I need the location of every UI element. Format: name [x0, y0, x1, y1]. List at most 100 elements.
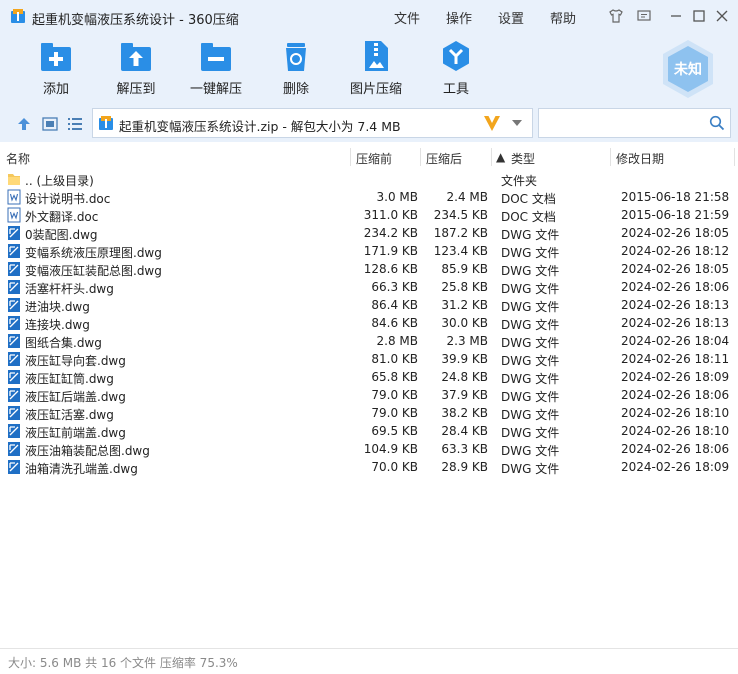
- file-row[interactable]: 图纸合集.dwg 2.8 MB 2.3 MB DWG 文件 2024-02-26 18:…: [0, 332, 738, 350]
- column-header: 名称 压缩前 压缩后 ▲ 类型 修改日期: [0, 146, 738, 168]
- menu-file[interactable]: 文件: [394, 8, 420, 27]
- path-field[interactable]: 起重机变幅液压系统设计.zip - 解包大小为 7.4 MB: [92, 108, 533, 138]
- file-name: 外文翻译.doc: [25, 210, 99, 224]
- file-row[interactable]: 设计说明书.doc 3.0 MB 2.4 MB DOC 文档 2015-06-18 21…: [0, 188, 738, 206]
- file-size-compressed: 65.8 KB: [371, 370, 418, 384]
- dwg-icon: [8, 388, 20, 402]
- file-name: 液压缸后端盖.dwg: [25, 390, 126, 404]
- file-type: DWG 文件: [501, 318, 560, 332]
- column-divider[interactable]: [420, 148, 421, 166]
- file-row[interactable]: 油箱清洗孔端盖.dwg 70.0 KB 28.9 KB DWG 文件 2024-02-2…: [0, 458, 738, 476]
- dwg-icon: [8, 442, 20, 456]
- file-size-compressed: 2.8 MB: [376, 334, 418, 348]
- column-original[interactable]: 压缩后: [426, 150, 462, 167]
- delete-button[interactable]: 删除: [261, 40, 331, 97]
- file-size-compressed: 69.5 KB: [371, 424, 418, 438]
- file-row[interactable]: 液压缸导向套.dwg 81.0 KB 39.9 KB DWG 文件 2024-02-26…: [0, 350, 738, 368]
- shirt-icon: [609, 9, 623, 23]
- list-view-icon[interactable]: [66, 115, 84, 133]
- file-type: DWG 文件: [501, 444, 560, 458]
- column-divider[interactable]: [491, 148, 492, 166]
- file-row[interactable]: 变幅系统液压原理图.dwg 171.9 KB 123.4 KB DWG 文件 2024-…: [0, 242, 738, 260]
- file-size-original: 25.8 KB: [441, 280, 488, 294]
- file-row[interactable]: 变幅液压缸装配总图.dwg 128.6 KB 85.9 KB DWG 文件 2024-0…: [0, 260, 738, 278]
- column-divider[interactable]: [610, 148, 611, 166]
- column-divider[interactable]: [350, 148, 351, 166]
- file-row[interactable]: 液压油箱装配总图.dwg 104.9 KB 63.3 KB DWG 文件 2024-02…: [0, 440, 738, 458]
- file-size-original: 28.9 KB: [441, 460, 488, 474]
- one-click-extract-icon: [201, 43, 231, 71]
- file-row[interactable]: 活塞杆杆头.dwg 66.3 KB 25.8 KB DWG 文件 2024-02-26 …: [0, 278, 738, 296]
- dwg-icon: [8, 352, 20, 366]
- file-size-original: 234.5 KB: [433, 208, 488, 222]
- file-date: 2024-02-26 18:09: [621, 370, 730, 384]
- message-icon: [637, 10, 651, 21]
- menu-operation[interactable]: 操作: [446, 8, 472, 27]
- tools-button[interactable]: 工具: [421, 40, 491, 97]
- chevron-down-icon[interactable]: [511, 119, 523, 127]
- file-type: DWG 文件: [501, 462, 560, 476]
- window-title: 起重机变幅液压系统设计 - 360压缩: [32, 13, 239, 28]
- up-arrow-icon[interactable]: [15, 115, 33, 133]
- file-size-compressed: 311.0 KB: [363, 208, 418, 222]
- search-icon[interactable]: [709, 115, 725, 131]
- thumbnail-view-icon[interactable]: [41, 115, 59, 133]
- file-row[interactable]: 进油块.dwg 86.4 KB 31.2 KB DWG 文件 2024-02-26 18…: [0, 296, 738, 314]
- file-type: DOC 文档: [501, 192, 556, 206]
- close-button[interactable]: [712, 6, 732, 26]
- file-row[interactable]: 液压缸缸筒.dwg 65.8 KB 24.8 KB DWG 文件 2024-02-26 …: [0, 368, 738, 386]
- minimize-button[interactable]: [666, 6, 686, 26]
- badge-label: 未知: [674, 62, 702, 78]
- file-name: 油箱清洗孔端盖.dwg: [25, 462, 138, 476]
- minimize-icon: [671, 15, 681, 17]
- search-field[interactable]: [538, 108, 731, 138]
- column-date[interactable]: 修改日期: [616, 150, 664, 167]
- extract-to-button[interactable]: 解压到: [101, 40, 171, 97]
- file-size-compressed: 128.6 KB: [363, 262, 418, 276]
- file-size-original: 30.0 KB: [441, 316, 488, 330]
- close-icon: [716, 10, 728, 22]
- file-date: 2015-06-18 21:59: [621, 208, 730, 222]
- column-name[interactable]: 名称: [6, 150, 30, 167]
- dwg-icon: [8, 424, 20, 438]
- folder-icon: [8, 174, 20, 185]
- file-type: DWG 文件: [501, 300, 560, 314]
- file-date: 2024-02-26 18:12: [621, 244, 730, 258]
- v-logo-icon[interactable]: [483, 113, 501, 133]
- column-compressed[interactable]: 压缩前: [356, 150, 392, 167]
- menu-help[interactable]: 帮助: [550, 8, 576, 27]
- file-size-original: 2.4 MB: [446, 190, 488, 204]
- image-compress-button[interactable]: 图片压缩: [341, 40, 411, 97]
- file-row[interactable]: 液压缸前端盖.dwg 69.5 KB 28.4 KB DWG 文件 2024-02-26…: [0, 422, 738, 440]
- one-click-extract-button[interactable]: 一键解压: [181, 40, 251, 97]
- file-date: 2015-06-18 21:58: [621, 190, 730, 204]
- menu-settings[interactable]: 设置: [498, 8, 524, 27]
- file-row[interactable]: 外文翻译.doc 311.0 KB 234.5 KB DOC 文档 2015-06-18…: [0, 206, 738, 224]
- add-button[interactable]: 添加: [21, 40, 91, 97]
- file-row[interactable]: 液压缸后端盖.dwg 79.0 KB 37.9 KB DWG 文件 2024-02-26…: [0, 386, 738, 404]
- file-name: 连接块.dwg: [25, 318, 90, 332]
- file-type: DWG 文件: [501, 336, 560, 350]
- file-size-compressed: 104.9 KB: [363, 442, 418, 456]
- column-divider[interactable]: [734, 148, 735, 166]
- search-input[interactable]: [543, 113, 703, 133]
- column-type[interactable]: 类型: [511, 150, 535, 167]
- dwg-icon: [8, 280, 20, 294]
- file-row[interactable]: 液压缸活塞.dwg 79.0 KB 38.2 KB DWG 文件 2024-02-26 …: [0, 404, 738, 422]
- file-row[interactable]: 0装配图.dwg 234.2 KB 187.2 KB DWG 文件 2024-02-26…: [0, 224, 738, 242]
- file-size-compressed: 70.0 KB: [371, 460, 418, 474]
- dwg-icon: [8, 298, 20, 312]
- file-row[interactable]: 连接块.dwg 84.6 KB 30.0 KB DWG 文件 2024-02-26 18…: [0, 314, 738, 332]
- file-list[interactable]: .. (上级目录) 文件夹 设计说明书.doc 3.0 MB 2.4 MB DOC 文档 2…: [0, 170, 738, 476]
- file-row[interactable]: .. (上级目录) 文件夹: [0, 170, 738, 188]
- maximize-button[interactable]: [689, 6, 709, 26]
- file-date: 2024-02-26 18:11: [621, 352, 730, 366]
- file-date: 2024-02-26 18:05: [621, 226, 730, 240]
- file-name: .. (上级目录): [25, 174, 94, 188]
- file-type: DWG 文件: [501, 390, 560, 404]
- extract-to-icon: [121, 43, 151, 71]
- file-size-compressed: 79.0 KB: [371, 406, 418, 420]
- skin-button[interactable]: [606, 6, 626, 26]
- file-type: DWG 文件: [501, 282, 560, 296]
- feedback-button[interactable]: [634, 6, 654, 26]
